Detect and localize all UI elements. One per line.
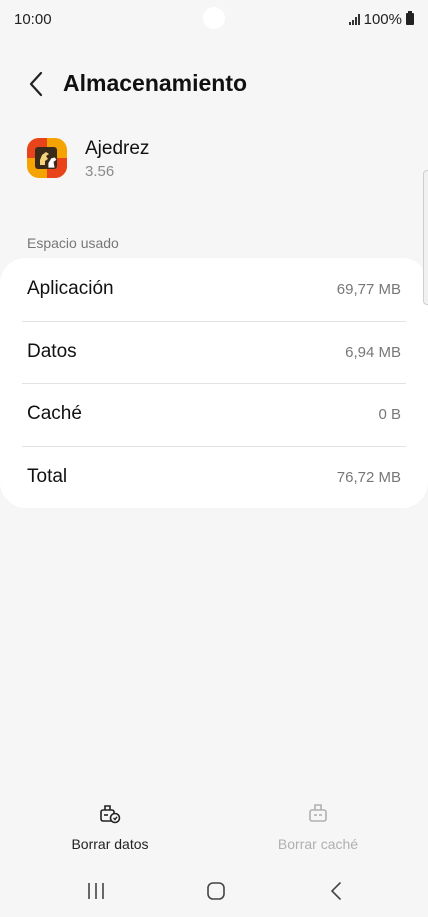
row-label: Datos: [27, 341, 77, 362]
bottom-actions: Borrar datos Borrar caché: [0, 800, 428, 860]
page-title: Almacenamiento: [63, 70, 248, 96]
signal-icon: [348, 13, 360, 25]
storage-row-cache: Caché 0 B: [0, 383, 428, 445]
row-label: Caché: [27, 403, 82, 424]
storage-card: Aplicación 69,77 MB Datos 6,94 MB Caché …: [0, 258, 428, 508]
nav-back-button[interactable]: [316, 876, 356, 906]
app-version: 3.56: [85, 163, 115, 180]
recents-button[interactable]: [76, 876, 116, 906]
back-button[interactable]: [20, 68, 52, 100]
chess-app-icon: [27, 138, 67, 178]
row-value: 69,77 MB: [336, 280, 401, 298]
recents-icon: [88, 883, 104, 899]
storage-row-total: Total 76,72 MB: [0, 446, 428, 508]
clear-data-icon: [97, 800, 123, 826]
app-info: Ajedrez 3.56: [0, 136, 428, 184]
clear-cache-button[interactable]: Borrar caché: [238, 800, 398, 860]
app-name: Ajedrez: [85, 138, 150, 159]
section-label: Espacio usado: [27, 235, 119, 251]
home-icon: [207, 882, 225, 900]
row-label: Aplicación: [27, 278, 114, 299]
home-button[interactable]: [196, 876, 236, 906]
row-label: Total: [27, 466, 68, 487]
clear-data-button[interactable]: Borrar datos: [30, 800, 190, 860]
row-value: 6,94 MB: [345, 343, 401, 361]
camera-cutout: [203, 7, 225, 29]
header: Almacenamiento: [0, 62, 428, 106]
status-icons: 100%: [348, 10, 414, 28]
storage-row-app: Aplicación 69,77 MB: [0, 258, 428, 320]
navigation-bar: [0, 872, 428, 910]
back-arrow-icon: [29, 71, 43, 97]
clear-cache-label: Borrar caché: [277, 836, 359, 852]
back-icon: [331, 882, 341, 900]
status-time: 10:00: [14, 10, 52, 28]
clear-cache-icon: [305, 800, 331, 826]
clear-data-label: Borrar datos: [71, 836, 149, 852]
storage-row-data: Datos 6,94 MB: [0, 321, 428, 383]
battery-percent: 100%: [363, 10, 402, 28]
row-value: 76,72 MB: [336, 468, 401, 486]
row-value: 0 B: [378, 405, 401, 423]
battery-icon: [406, 11, 414, 25]
scroll-handle[interactable]: [423, 170, 428, 305]
